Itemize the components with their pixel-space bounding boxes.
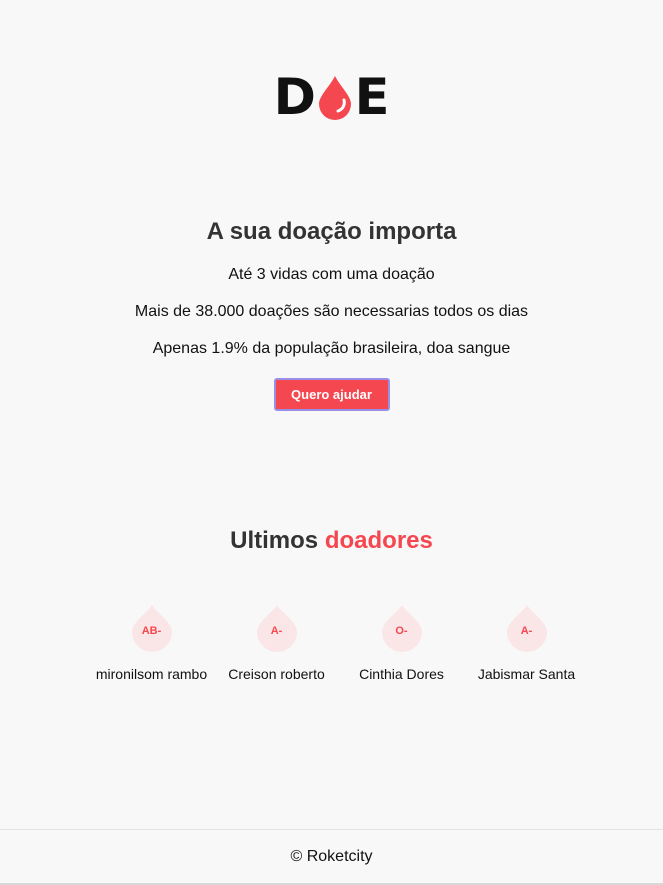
hero-fact-population: Apenas 1.9% da população brasileira, doa… [152,340,511,357]
donor-card: AB- mironilsom rambo [89,604,214,682]
hero-title: A sua doação importa [206,218,457,245]
donors-title: Ultimos doadores [0,524,663,558]
hero-fact-daily-donations: Mais de 38.000 doações são necessarias t… [134,303,529,320]
doe-logo: D E [0,72,663,122]
donor-drop-icon: AB- [131,604,172,652]
donor-blood-type: AB- [141,625,162,637]
donor-drop-icon: A- [256,604,297,652]
donor-name: mironilsom rambo [95,666,208,682]
blood-drop-icon [316,74,354,120]
donor-blood-type: O- [395,625,408,637]
hero-fact-lives: Até 3 vidas com uma doação [228,266,435,283]
donor-card: O- Cinthia Dores [339,604,464,682]
donor-blood-type: A- [520,625,533,637]
donors-title-plain: Ultimos [230,527,319,554]
donor-name: Creison roberto [228,666,325,682]
donor-card: A- Creison roberto [214,604,339,682]
footer-copyright: © Roketcity [290,848,373,865]
donor-drop-icon: A- [506,604,547,652]
donor-card: A- Jabismar Santa [464,604,589,682]
logo-letter-e: E [354,68,390,126]
donors-section: Ultimos doadores AB- mironilsom rambo A-… [0,524,663,682]
donor-drop-icon: O- [381,604,422,652]
page: D E A sua doação importa Até 3 vidas com… [0,0,663,885]
donors-title-accent: doadores [324,527,433,554]
donor-name: Cinthia Dores [359,666,444,682]
footer: © Roketcity [0,829,663,885]
hero-section: A sua doação importa Até 3 vidas com uma… [0,215,663,411]
donor-name: Jabismar Santa [477,666,576,682]
donor-blood-type: A- [270,625,283,637]
help-button[interactable]: Quero ajudar [273,378,390,411]
donor-list: AB- mironilsom rambo A- Creison roberto … [89,604,589,694]
logo-letter-d: D [273,68,316,126]
